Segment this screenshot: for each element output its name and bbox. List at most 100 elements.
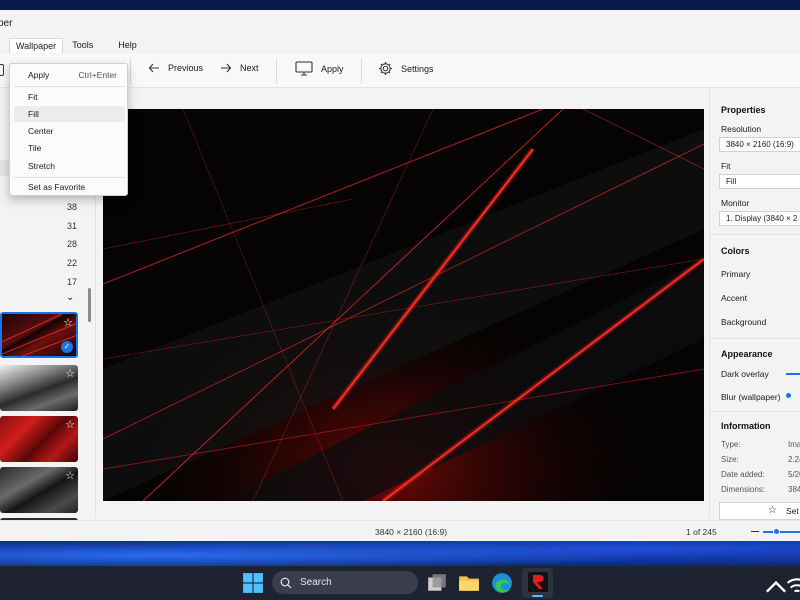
- set-as-label: Set a: [786, 506, 800, 516]
- dark-overlay-slider[interactable]: [786, 373, 800, 375]
- folder-count: 31: [66, 221, 77, 231]
- star-icon: ☆: [768, 505, 777, 516]
- app-window: per Wallpaper Tools Help Previous Next A…: [0, 10, 800, 541]
- monitor-label: Monitor: [721, 198, 750, 208]
- menu-item-set-favorite[interactable]: Set as Favorite: [14, 179, 125, 195]
- search-placeholder: Search: [300, 577, 332, 588]
- thumbnail[interactable]: ☆: [0, 467, 78, 513]
- wallpaper-preview[interactable]: [103, 109, 704, 501]
- star-icon[interactable]: ☆: [63, 316, 73, 329]
- divider: [710, 338, 800, 339]
- menu-help[interactable]: Help: [112, 38, 143, 52]
- toolbar-divider: [276, 58, 277, 84]
- menu-wallpaper[interactable]: Wallpaper: [9, 37, 64, 53]
- date-added-label: Date added:: [721, 470, 765, 479]
- toolbar-divider: [130, 58, 131, 84]
- blur-slider[interactable]: [786, 393, 791, 398]
- resolution-select[interactable]: 3840 × 2160 (16:9): [719, 137, 800, 152]
- wifi-icon[interactable]: [786, 575, 800, 597]
- wallpaper-app-icon: [528, 572, 548, 592]
- view-toggle-icon[interactable]: [0, 64, 4, 76]
- check-icon: ✓: [61, 341, 73, 353]
- toolbar-divider: [361, 58, 362, 84]
- thumbnail[interactable]: ☆: [0, 365, 78, 411]
- taskbar-search[interactable]: Search: [272, 571, 418, 594]
- status-resolution: 3840 × 2160 (16:9): [375, 527, 448, 537]
- dark-overlay-label: Dark overlay: [721, 369, 769, 379]
- size-label: Size:: [721, 455, 739, 464]
- file-explorer-icon[interactable]: [458, 572, 480, 594]
- settings-button[interactable]: Settings: [378, 61, 434, 76]
- properties-panel: Properties Resolution 3840 × 2160 (16:9)…: [709, 88, 800, 520]
- type-label: Type:: [721, 440, 741, 449]
- zoom-slider-thumb[interactable]: [773, 528, 780, 535]
- type-value: Ima: [788, 440, 800, 449]
- folder-count: 17: [66, 277, 77, 287]
- active-app-tile[interactable]: [522, 568, 553, 598]
- thumbnail[interactable]: ☆: [0, 416, 78, 462]
- folder-count: 38: [66, 202, 77, 212]
- preview-image: [103, 109, 704, 501]
- edge-browser-icon[interactable]: [491, 572, 513, 594]
- wallpaper-menu: Apply Ctrl+Enter Fit Fill Center Tile St…: [9, 63, 128, 196]
- accent-color-label: Accent: [721, 293, 747, 303]
- settings-label: Settings: [401, 63, 434, 74]
- zoom-out-icon[interactable]: [751, 531, 759, 532]
- menu-item-fit[interactable]: Fit: [14, 89, 125, 105]
- window-title: per: [0, 17, 13, 29]
- search-icon: [280, 577, 292, 588]
- menu-item-tile[interactable]: Tile: [14, 140, 125, 156]
- menu-separator: [14, 86, 125, 87]
- menu-item-center[interactable]: Center: [14, 123, 125, 139]
- menu-item-fill[interactable]: Fill: [14, 106, 125, 122]
- dimensions-label: Dimensions:: [721, 485, 766, 494]
- star-icon[interactable]: ☆: [65, 418, 75, 431]
- set-as-button[interactable]: ☆ Set a: [719, 502, 800, 520]
- arrow-right-icon: [221, 63, 232, 73]
- dimensions-value: 384: [788, 485, 800, 494]
- fit-label: Fit: [721, 161, 731, 171]
- appearance-heading: Appearance: [721, 349, 773, 359]
- apply-shortcut: Ctrl+Enter: [78, 70, 118, 80]
- previous-button[interactable]: Previous: [148, 62, 203, 74]
- monitor-select[interactable]: 1. Display (3840 × 2: [719, 211, 800, 226]
- active-indicator: [532, 595, 543, 597]
- divider: [710, 411, 800, 412]
- menu-bar: Wallpaper Tools Help: [0, 36, 800, 54]
- apply-label: Apply: [321, 63, 344, 74]
- menu-separator: [14, 177, 125, 178]
- apply-button[interactable]: Apply: [295, 61, 344, 76]
- star-icon[interactable]: ☆: [65, 367, 75, 380]
- information-heading: Information: [721, 421, 771, 431]
- scrollbar[interactable]: [88, 288, 91, 322]
- primary-color-label: Primary: [721, 269, 751, 279]
- menu-item-stretch[interactable]: Stretch: [14, 158, 125, 174]
- apply-item-label: Apply: [28, 70, 50, 80]
- next-label: Next: [240, 63, 259, 73]
- background-color-label: Background: [721, 317, 767, 327]
- folder-count: 28: [66, 239, 77, 249]
- star-icon[interactable]: ☆: [65, 469, 75, 482]
- chevron-up-icon[interactable]: [765, 577, 787, 599]
- next-button[interactable]: Next: [220, 62, 259, 74]
- status-page: 1 of 245: [686, 527, 717, 537]
- resolution-label: Resolution: [721, 124, 762, 134]
- size-value: 2.24: [788, 455, 800, 464]
- fit-select[interactable]: Fill: [719, 174, 800, 189]
- divider: [710, 234, 800, 235]
- previous-label: Previous: [168, 63, 204, 73]
- arrow-left-icon: [148, 63, 159, 73]
- menu-item-apply[interactable]: Apply Ctrl+Enter: [14, 67, 125, 83]
- windows-start-icon[interactable]: [242, 572, 264, 594]
- date-added-value: 5/20: [788, 470, 800, 479]
- chevron-down-icon[interactable]: ⌄: [66, 292, 74, 303]
- thumbnail-selected[interactable]: ☆ ✓: [0, 312, 78, 358]
- folder-count: 22: [66, 258, 77, 268]
- taskbar: Search: [0, 566, 800, 600]
- status-bar: 3840 × 2160 (16:9) 1 of 245: [0, 520, 800, 541]
- task-view-icon[interactable]: [426, 572, 448, 594]
- colors-heading: Colors: [721, 246, 750, 256]
- zoom-slider[interactable]: [763, 531, 800, 533]
- gear-icon: [379, 62, 392, 75]
- menu-tools[interactable]: Tools: [66, 38, 99, 52]
